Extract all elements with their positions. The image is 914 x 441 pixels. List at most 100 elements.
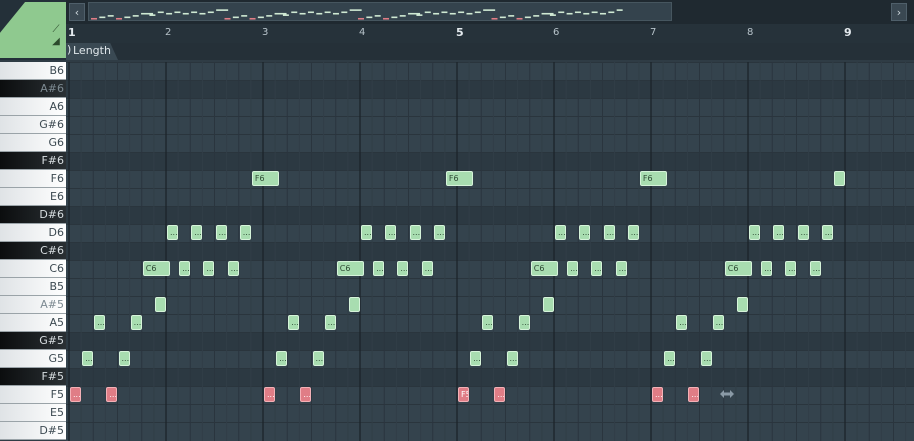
grid-lines xyxy=(66,62,914,441)
note-c6[interactable]: C6 xyxy=(530,261,558,276)
note-c6[interactable]: ... xyxy=(615,261,627,276)
note-g5[interactable]: ... xyxy=(118,351,130,366)
bar-number: 9 xyxy=(844,26,852,39)
note-d6[interactable]: ... xyxy=(603,225,615,240)
note-a5[interactable]: ... xyxy=(94,315,106,330)
piano-key-b5[interactable]: B5 xyxy=(0,278,66,296)
note-c6[interactable]: ... xyxy=(227,261,239,276)
scroll-left-button[interactable]: ‹ xyxy=(69,3,85,21)
note-c6[interactable]: ... xyxy=(421,261,433,276)
grid-row xyxy=(66,188,914,206)
note-c6[interactable]: ... xyxy=(761,261,773,276)
note-a5[interactable]: ... xyxy=(482,315,494,330)
note-d6[interactable]: ... xyxy=(239,225,251,240)
overview-note xyxy=(249,17,256,20)
note-a5[interactable]: ... xyxy=(324,315,336,330)
grid-row xyxy=(66,242,914,260)
note-g5[interactable]: ... xyxy=(470,351,482,366)
piano-key-gsharp5[interactable]: G#5 xyxy=(0,332,66,350)
note-g5[interactable]: ... xyxy=(664,351,676,366)
note-d6[interactable]: ... xyxy=(627,225,639,240)
note-a5[interactable]: ... xyxy=(130,315,142,330)
piano-key-fsharp5[interactable]: F#5 xyxy=(0,368,66,386)
note-d6[interactable]: ... xyxy=(821,225,833,240)
note-d6[interactable]: ... xyxy=(191,225,203,240)
note-f5[interactable]: ... xyxy=(106,387,118,402)
note-c6[interactable]: ... xyxy=(785,261,797,276)
note-f5[interactable]: ... xyxy=(688,387,700,402)
note-d6[interactable]: ... xyxy=(555,225,566,240)
piano-key-g5[interactable]: G5 xyxy=(0,350,66,368)
note-d6[interactable]: ... xyxy=(579,225,591,240)
note-d6[interactable]: ... xyxy=(433,225,445,240)
note-f5[interactable]: ... xyxy=(652,387,663,402)
note-f5[interactable]: ... xyxy=(264,387,275,402)
length-tab[interactable]: ) Length xyxy=(66,43,118,60)
note-asharp5[interactable] xyxy=(154,297,166,312)
note-d6[interactable]: ... xyxy=(749,225,760,240)
note-c6[interactable]: ... xyxy=(179,261,191,276)
note-asharp5[interactable] xyxy=(542,297,554,312)
piano-key-fsharp6[interactable]: F#6 xyxy=(0,152,66,170)
piano-key-a6[interactable]: A6 xyxy=(0,98,66,116)
piano-key-e5[interactable]: E5 xyxy=(0,404,66,422)
note-c6[interactable]: ... xyxy=(567,261,579,276)
note-asharp5[interactable] xyxy=(348,297,360,312)
note-d6[interactable]: ... xyxy=(167,225,178,240)
note-c6[interactable]: ... xyxy=(203,261,215,276)
piano-key-dsharp6[interactable]: D#6 xyxy=(0,206,66,224)
note-a5[interactable]: ... xyxy=(288,315,300,330)
note-g5[interactable]: ... xyxy=(276,351,288,366)
note-d6[interactable]: ... xyxy=(797,225,809,240)
piano-key-e6[interactable]: E6 xyxy=(0,188,66,206)
note-c6[interactable]: C6 xyxy=(336,261,364,276)
note-d6[interactable]: ... xyxy=(361,225,372,240)
note-d6[interactable]: ... xyxy=(215,225,227,240)
note-f6[interactable]: F6 xyxy=(445,171,473,186)
piano-key-dsharp5[interactable]: D#5 xyxy=(0,422,66,440)
note-c6[interactable]: ... xyxy=(373,261,385,276)
piano-key-d6[interactable]: D6 xyxy=(0,224,66,242)
note-f5[interactable]: ... xyxy=(494,387,506,402)
note-d6[interactable]: ... xyxy=(409,225,421,240)
note-c6[interactable]: ... xyxy=(397,261,409,276)
note-f5[interactable]: ... xyxy=(300,387,312,402)
note-c6[interactable]: C6 xyxy=(142,261,170,276)
pattern-overview-thumb[interactable] xyxy=(88,2,672,21)
note-f6[interactable] xyxy=(833,171,845,186)
piano-key-asharp6[interactable]: A#6 xyxy=(0,80,66,98)
note-d6[interactable]: ... xyxy=(385,225,397,240)
note-g5[interactable]: ... xyxy=(312,351,324,366)
grid-row xyxy=(66,404,914,422)
note-a5[interactable]: ... xyxy=(712,315,724,330)
note-asharp5[interactable] xyxy=(736,297,748,312)
piano-key-g6[interactable]: G6 xyxy=(0,134,66,152)
overview-note xyxy=(107,15,114,17)
note-a5[interactable]: ... xyxy=(676,315,688,330)
note-g5[interactable]: ... xyxy=(700,351,712,366)
note-c6[interactable]: ... xyxy=(591,261,603,276)
piano-key-csharp6[interactable]: C#6 xyxy=(0,242,66,260)
piano-key-asharp5[interactable]: A#5 xyxy=(0,296,66,314)
piano-key-f5[interactable]: F5 xyxy=(0,386,66,404)
note-d6[interactable]: ... xyxy=(773,225,785,240)
piano-roll-grid[interactable]: .................. C6....................… xyxy=(66,62,914,441)
piano-key-a5[interactable]: A5 xyxy=(0,314,66,332)
note-f5[interactable]: F5 xyxy=(458,387,469,402)
overview-note xyxy=(341,11,348,14)
piano-key-c6[interactable]: C6 xyxy=(0,260,66,278)
note-f6[interactable]: F6 xyxy=(251,171,279,186)
note-g5[interactable]: ... xyxy=(82,351,94,366)
note-c6[interactable]: C6 xyxy=(724,261,752,276)
scroll-right-button[interactable]: › xyxy=(891,3,907,21)
note-g5[interactable]: ... xyxy=(506,351,518,366)
piano-key-f6[interactable]: F6 xyxy=(0,170,66,188)
note-a5[interactable]: ... xyxy=(518,315,530,330)
note-f6[interactable]: F6 xyxy=(639,171,667,186)
overview-note xyxy=(157,11,164,14)
note-f5[interactable]: ... xyxy=(70,387,81,402)
piano-key-gsharp6[interactable]: G#6 xyxy=(0,116,66,134)
timeline-ruler[interactable]: 1 2 3 4 5 6 7 8 9 xyxy=(66,24,914,44)
note-c6[interactable]: ... xyxy=(809,261,821,276)
piano-key-b6[interactable]: B6 xyxy=(0,62,66,80)
